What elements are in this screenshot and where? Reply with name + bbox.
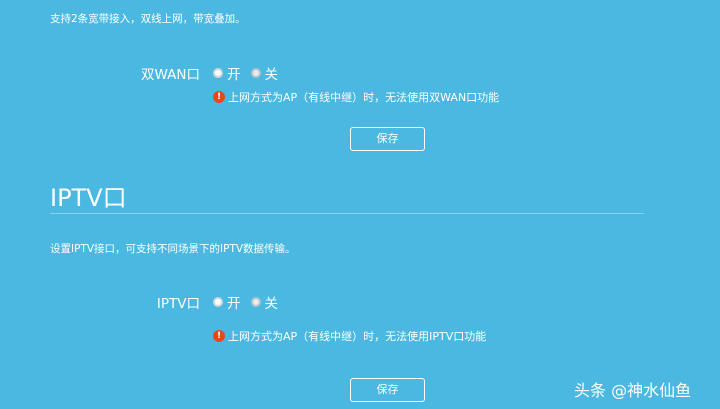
radio-label: 开 <box>227 296 241 312</box>
exclamation-icon: ! <box>213 91 225 103</box>
warning-text: 上网方式为AP（有线中继）时，无法使用双WAN口功能 <box>228 91 500 104</box>
iptv-section-title: IPTV口 <box>50 184 127 212</box>
radio-indicator <box>213 68 223 78</box>
radio-indicator <box>213 297 223 307</box>
watermark: 头条 @神水仙鱼 <box>574 377 691 401</box>
watermark-text: 头条 @神水仙鱼 <box>574 381 692 400</box>
iptv-off-radio[interactable]: 关 <box>250 292 279 312</box>
iptv-save-button[interactable]: 保存 <box>350 378 425 402</box>
dual-wan-description: 支持2条宽带接入，双线上网，带宽叠加。 <box>50 13 246 25</box>
dual-wan-on-radio[interactable]: 开 <box>213 63 241 83</box>
iptv-label: IPTV口 <box>156 296 200 312</box>
radio-label: 开 <box>227 67 241 83</box>
radio-label: 关 <box>264 67 279 83</box>
dual-wan-radio-group: 开 关 <box>213 63 288 83</box>
section-divider <box>50 213 644 214</box>
dual-wan-off-radio[interactable]: 关 <box>250 63 279 83</box>
radio-label: 关 <box>264 296 279 312</box>
iptv-radio-group: 开 关 <box>213 292 288 312</box>
iptv-description: 设置IPTV接口，可支持不同场景下的IPTV数据传输。 <box>50 243 296 255</box>
dual-wan-label: 双WAN口 <box>141 67 200 83</box>
dual-wan-warning: ! 上网方式为AP（有线中继）时，无法使用双WAN口功能 <box>213 89 499 105</box>
iptv-on-radio[interactable]: 开 <box>213 292 241 312</box>
iptv-warning: ! 上网方式为AP（有线中继）时，无法使用IPTV口功能 <box>213 328 486 344</box>
dual-wan-save-button[interactable]: 保存 <box>350 127 425 151</box>
warning-text: 上网方式为AP（有线中继）时，无法使用IPTV口功能 <box>228 330 487 343</box>
radio-indicator-selected <box>250 68 261 78</box>
radio-indicator-selected <box>250 297 261 307</box>
exclamation-icon: ! <box>213 330 225 342</box>
